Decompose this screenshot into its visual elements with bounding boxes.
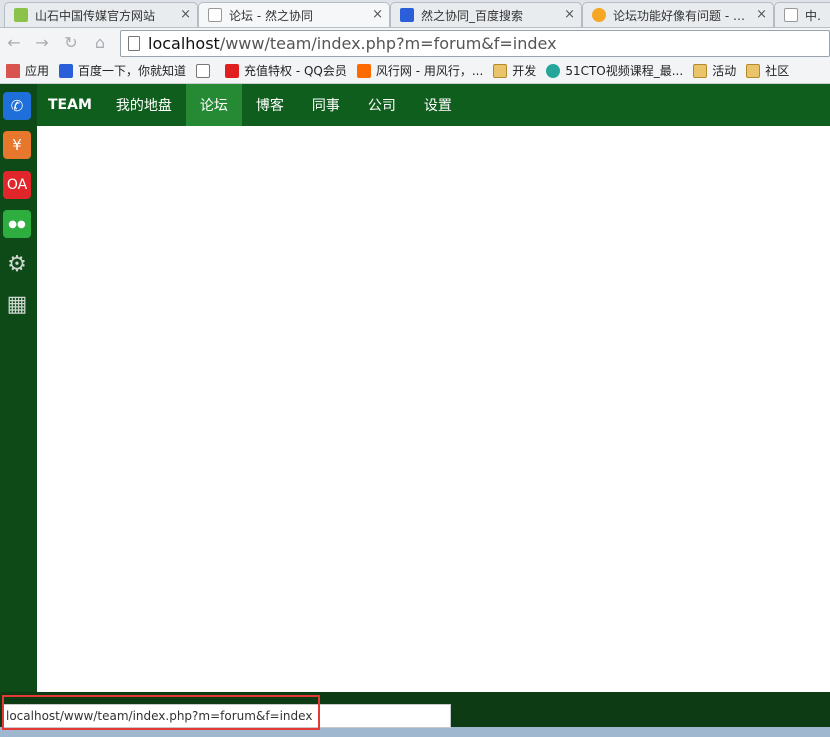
bookmark-folder-dev[interactable]: 开发 xyxy=(493,62,536,79)
nav-blog[interactable]: 博客 xyxy=(242,84,298,126)
bookmark-qq[interactable]: 充值特权 - QQ会员 xyxy=(225,62,347,79)
tab-strip: 山石中国传媒官方网站 × 论坛 - 然之协同 × 然之协同_百度搜索 × 论坛功… xyxy=(0,0,830,28)
forward-icon[interactable]: → xyxy=(32,34,52,52)
nav-company[interactable]: 公司 xyxy=(354,84,410,126)
browser-tab-active[interactable]: 论坛 - 然之协同 × xyxy=(198,2,390,27)
bookmark-51cto[interactable]: 51CTO视频课程_最... xyxy=(546,62,683,79)
close-tab-icon[interactable]: × xyxy=(564,7,575,22)
close-tab-icon[interactable]: × xyxy=(372,7,383,22)
bookmark-page[interactable] xyxy=(196,63,215,78)
browser-tab[interactable]: 论坛功能好像有问题 - 建议 × xyxy=(582,2,774,27)
nav-my-space[interactable]: 我的地盘 xyxy=(102,84,186,126)
highlight-box xyxy=(2,695,320,730)
app-topnav: TEAM 我的地盘 论坛 博客 同事 公司 设置 xyxy=(37,84,830,126)
browser-tab[interactable]: 中云- xyxy=(774,2,830,27)
oa-icon[interactable]: OA xyxy=(3,171,31,199)
nav-colleagues[interactable]: 同事 xyxy=(298,84,354,126)
brand-logo[interactable]: TEAM xyxy=(37,84,102,126)
folder-icon xyxy=(746,63,761,78)
baidu-icon xyxy=(59,63,74,78)
phone-icon[interactable]: ✆ xyxy=(3,92,31,120)
reload-icon[interactable]: ↻ xyxy=(61,34,81,52)
baidu-favicon-icon xyxy=(400,8,414,22)
url-text: localhost/www/team/index.php?m=forum&f=i… xyxy=(148,34,557,53)
qq-icon xyxy=(225,63,240,78)
main-content xyxy=(37,126,830,692)
close-tab-icon[interactable]: × xyxy=(756,7,767,22)
gear-icon[interactable]: ⚙ xyxy=(3,250,31,278)
site-favicon-icon xyxy=(14,8,28,22)
nav-forum[interactable]: 论坛 xyxy=(185,84,242,126)
yuan-icon[interactable]: ¥ xyxy=(3,131,31,159)
page-icon xyxy=(196,63,211,78)
bookmark-folder-events[interactable]: 活动 xyxy=(693,62,736,79)
close-tab-icon[interactable]: × xyxy=(180,7,191,22)
grid-icon[interactable]: ▦ xyxy=(3,290,31,318)
back-icon[interactable]: ← xyxy=(4,34,24,52)
play-icon xyxy=(546,63,561,78)
address-bar[interactable]: localhost/www/team/index.php?m=forum&f=i… xyxy=(120,30,830,57)
folder-icon xyxy=(493,63,508,78)
bookmarks-bar: 应用 百度一下，你就知道 充值特权 - QQ会员 风行网 - 用风行，... 开… xyxy=(0,58,830,84)
browser-tab[interactable]: 山石中国传媒官方网站 × xyxy=(4,2,198,27)
home-icon[interactable]: ⌂ xyxy=(90,34,110,52)
app-sidebar: ✆ ¥ OA ●● ⚙ ▦ xyxy=(0,84,37,692)
page-icon xyxy=(128,36,140,51)
team-icon[interactable]: ●● xyxy=(3,210,31,238)
funshion-icon xyxy=(356,63,371,78)
nav-settings[interactable]: 设置 xyxy=(410,84,466,126)
browser-tab[interactable]: 然之协同_百度搜索 × xyxy=(390,2,582,27)
bookmark-baidu[interactable]: 百度一下，你就知道 xyxy=(59,62,186,79)
bookmark-apps[interactable]: 应用 xyxy=(6,62,49,79)
bookmark-folder-community[interactable]: 社区 xyxy=(746,62,789,79)
page-favicon-icon xyxy=(784,8,798,22)
folder-icon xyxy=(693,63,708,78)
forum-favicon-icon xyxy=(592,8,606,22)
apps-icon xyxy=(6,63,20,78)
bookmark-funshion[interactable]: 风行网 - 用风行，... xyxy=(356,62,483,79)
page-favicon-icon xyxy=(208,8,222,22)
